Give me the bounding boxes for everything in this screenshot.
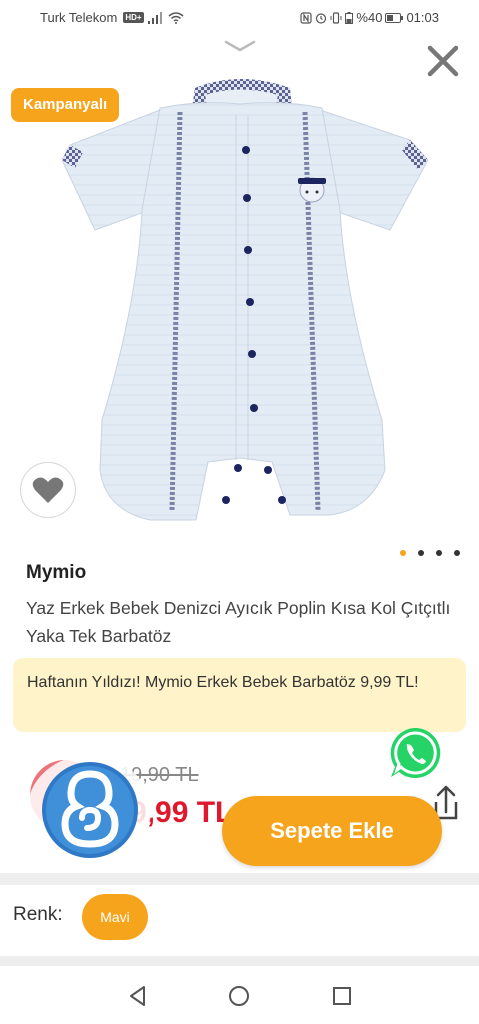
section-divider [0, 956, 479, 966]
close-icon[interactable] [422, 40, 464, 82]
back-triangle-icon[interactable] [126, 984, 150, 1008]
section-divider [0, 873, 479, 885]
carousel-dot[interactable] [436, 550, 442, 556]
clock: 01:03 [406, 10, 439, 25]
color-option-chip[interactable]: Mavi [82, 894, 148, 940]
chevron-down-icon[interactable] [222, 38, 258, 56]
vibrate-icon [330, 11, 342, 24]
status-bar: Turk Telekom HD+ %40 01:03 [0, 0, 479, 36]
battery-outline-icon [385, 12, 404, 23]
nfc-icon [300, 11, 313, 24]
heart-icon [32, 477, 64, 503]
status-bar-right: %40 01:03 [300, 10, 439, 25]
product-image[interactable] [0, 60, 479, 540]
whatsapp-icon[interactable] [387, 725, 443, 781]
favorite-button[interactable] [20, 462, 76, 518]
add-to-cart-button[interactable]: Sepete Ekle [222, 796, 442, 866]
promo-text: Haftanın Yıldızı! Mymio Erkek Bebek Barb… [27, 674, 419, 691]
signal-icon [147, 11, 162, 24]
app-logo-icon[interactable] [27, 752, 153, 866]
status-bar-left: Turk Telekom HD+ [40, 10, 184, 25]
image-carousel-indicator [400, 550, 460, 556]
network-badge: HD+ [123, 12, 144, 23]
product-title: Yaz Erkek Bebek Denizci Ayıcık Poplin Kı… [26, 598, 451, 646]
campaign-badge: Kampanyalı [11, 88, 120, 122]
alarm-icon [316, 12, 327, 24]
carousel-dot[interactable] [454, 550, 460, 556]
product-brand[interactable]: Mymio [26, 562, 86, 584]
home-circle-icon[interactable] [227, 984, 251, 1008]
color-option-label: Renk: [13, 904, 63, 925]
system-nav-bar [0, 966, 479, 1024]
wifi-icon [168, 11, 184, 24]
battery-icon [345, 11, 354, 24]
promo-banner: Haftanın Yıldızı! Mymio Erkek Bebek Barb… [13, 658, 466, 732]
battery-percent: %40 [356, 10, 383, 25]
carousel-dot[interactable] [400, 550, 406, 556]
carrier-name: Turk Telekom [40, 10, 118, 25]
carousel-dot[interactable] [418, 550, 424, 556]
recents-square-icon[interactable] [330, 984, 354, 1008]
